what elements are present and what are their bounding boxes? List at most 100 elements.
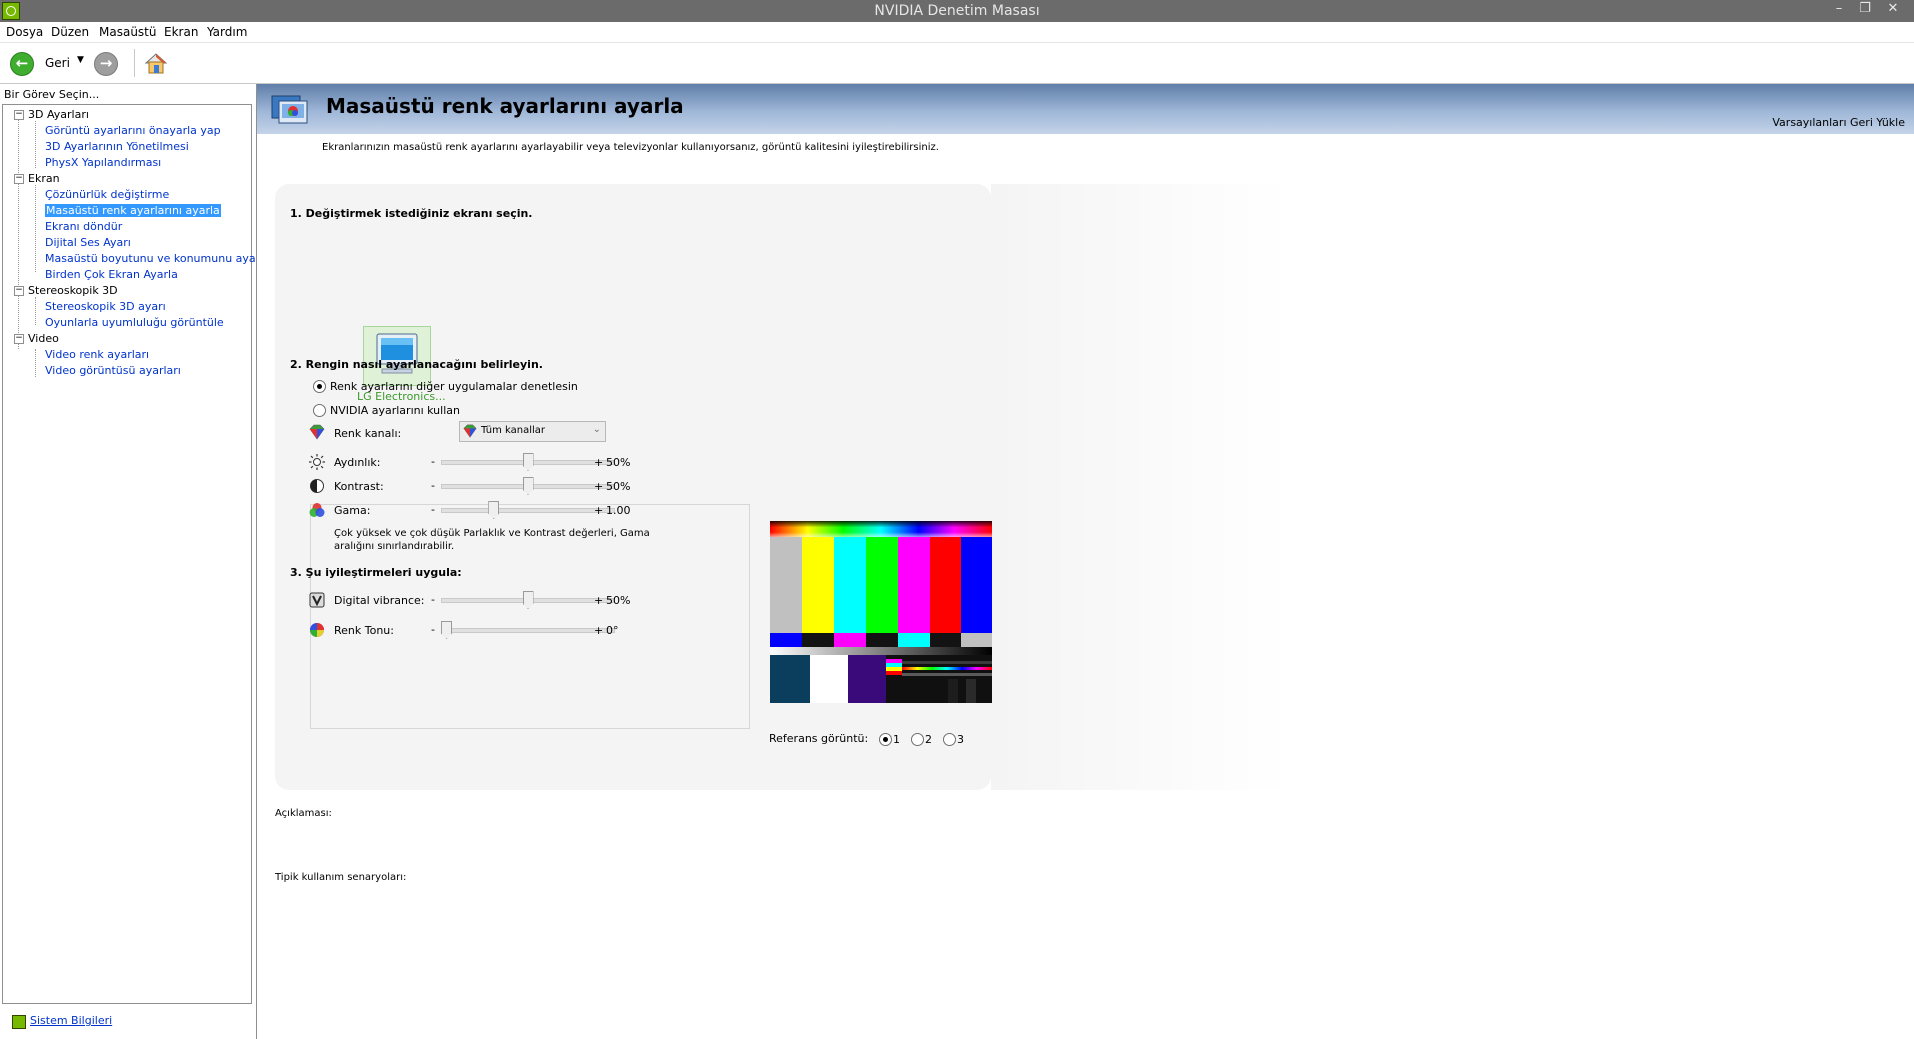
gamma-icon bbox=[309, 503, 325, 517]
window-title: NVIDIA Denetim Masası bbox=[874, 3, 1040, 19]
tree-expander[interactable]: − bbox=[14, 174, 24, 184]
contrast-plus: + bbox=[594, 480, 604, 493]
back-arrow-icon[interactable]: ← bbox=[10, 52, 34, 76]
gamma-label: Gama: bbox=[334, 504, 371, 517]
color-channel-dropdown-icon bbox=[463, 424, 477, 438]
task-tree: − 3D Ayarları Görüntü ayarlarını önayarl… bbox=[2, 104, 270, 1004]
hue-slider-track[interactable] bbox=[441, 628, 615, 633]
tree-item-rotate[interactable]: Ekranı döndür bbox=[45, 220, 122, 233]
desktop-color-icon bbox=[271, 95, 308, 124]
brightness-plus: + bbox=[594, 456, 604, 469]
system-info-icon bbox=[12, 1015, 26, 1029]
tree-item-desktop-size[interactable]: Masaüstü boyutunu ve konumunu ayarla bbox=[45, 252, 270, 265]
system-info-link[interactable]: Sistem Bilgileri bbox=[30, 1014, 112, 1027]
tree-connector bbox=[18, 115, 19, 349]
tree-item-video-image[interactable]: Video görüntüsü ayarları bbox=[45, 364, 181, 377]
tree-item-3d-manage[interactable]: 3D Ayarlarının Yönetilmesi bbox=[45, 140, 189, 153]
reference-radio-1[interactable] bbox=[879, 733, 892, 746]
brightness-slider-thumb[interactable] bbox=[522, 453, 534, 471]
maximize-button[interactable]: ❐ bbox=[1852, 0, 1878, 20]
gamma-value: 1.00 bbox=[606, 504, 631, 517]
tree-item-multi-display[interactable]: Birden Çok Ekran Ayarla bbox=[45, 268, 178, 281]
tree-item-preset[interactable]: Görüntü ayarlarını önayarla yap bbox=[45, 124, 221, 137]
brightness-icon bbox=[309, 454, 325, 470]
display-selector[interactable] bbox=[363, 326, 431, 386]
tree-connector bbox=[35, 121, 36, 168]
hue-icon bbox=[310, 623, 324, 637]
tree-item-game-compat[interactable]: Oyunlarla uyumluluğu görüntüle bbox=[45, 316, 224, 329]
tree-item-audio[interactable]: Dijital Ses Ayarı bbox=[45, 236, 131, 249]
tree-expander[interactable]: − bbox=[14, 286, 24, 296]
tree-cat-stereo[interactable]: Stereoskopik 3D bbox=[28, 284, 118, 297]
hue-minus: - bbox=[431, 623, 435, 636]
radio-other-apps[interactable] bbox=[313, 380, 326, 393]
toolbar-separator bbox=[134, 49, 135, 77]
brightness-minus: - bbox=[431, 455, 435, 468]
reference-radio-3[interactable] bbox=[943, 733, 956, 746]
digital-vibrance-icon bbox=[309, 592, 325, 608]
page-title: Masaüstü renk ayarlarını ayarla bbox=[326, 94, 684, 118]
radio-nvidia-settings[interactable] bbox=[313, 404, 326, 417]
section-1-title: 1. Değiştirmek istediğiniz ekranı seçin. bbox=[290, 207, 533, 220]
tree-item-physx[interactable]: PhysX Yapılandırması bbox=[45, 156, 161, 169]
vibrance-value: 50% bbox=[606, 594, 631, 607]
contrast-value: 50% bbox=[606, 480, 631, 493]
gamma-plus: + bbox=[594, 504, 604, 517]
home-icon[interactable] bbox=[143, 50, 169, 76]
reference-radio-1-label[interactable]: 1 bbox=[893, 733, 900, 746]
vibrance-minus: - bbox=[431, 593, 435, 606]
gamma-minus: - bbox=[431, 503, 435, 516]
tree-item-stereo-setup[interactable]: Stereoskopik 3D ayarı bbox=[45, 300, 166, 313]
tree-expander[interactable]: − bbox=[14, 334, 24, 344]
vibrance-plus: + bbox=[594, 594, 604, 607]
menu-duzen[interactable]: Düzen bbox=[51, 25, 89, 39]
reference-radio-3-label[interactable]: 3 bbox=[957, 733, 964, 746]
contrast-slider-thumb[interactable] bbox=[522, 477, 534, 495]
menu-bar: Dosya Düzen Masaüstü Ekran Yardım bbox=[0, 22, 1914, 43]
card-fade bbox=[991, 184, 1291, 790]
tree-cat-3d[interactable]: 3D Ayarları bbox=[28, 108, 89, 121]
reference-test-pattern bbox=[770, 521, 992, 703]
tree-item-video-color[interactable]: Video renk ayarları bbox=[45, 348, 149, 361]
contrast-minus: - bbox=[431, 479, 435, 492]
contrast-icon bbox=[310, 479, 324, 493]
tree-connector bbox=[35, 349, 36, 377]
brightness-value: 50% bbox=[606, 456, 631, 469]
tree-expander[interactable]: − bbox=[14, 110, 24, 120]
settings-card: 1. Değiştirmek istediğiniz ekranı seçin.… bbox=[275, 184, 992, 790]
radio-nvidia-settings-label[interactable]: NVIDIA ayarlarını kullan bbox=[330, 404, 460, 417]
back-dropdown-icon[interactable]: ▼ bbox=[77, 55, 84, 65]
hue-label: Renk Tonu: bbox=[334, 624, 394, 637]
tree-item-desktop-color[interactable]: Masaüstü renk ayarlarını ayarla bbox=[45, 204, 221, 217]
description-label: Açıklaması: bbox=[275, 808, 332, 819]
close-button[interactable]: ✕ bbox=[1880, 0, 1906, 20]
tree-item-resolution[interactable]: Çözünürlük değiştirme bbox=[45, 188, 169, 201]
menu-ekran[interactable]: Ekran bbox=[164, 25, 198, 39]
forward-arrow-icon[interactable]: → bbox=[94, 52, 118, 76]
brightness-contrast-note: Çok yüksek ve çok düşük Parlaklık ve Kon… bbox=[334, 528, 650, 552]
hue-value: 0° bbox=[606, 624, 619, 637]
brightness-label: Aydınlık: bbox=[334, 456, 381, 469]
toolbar: ← Geri ▼ → bbox=[0, 43, 1914, 84]
intro-text: Ekranlarınızın masaüstü renk ayarlarını … bbox=[322, 142, 939, 153]
radio-other-apps-label[interactable]: Renk ayarlarını diğer uygulamalar denetl… bbox=[330, 380, 578, 393]
reference-radio-2-label[interactable]: 2 bbox=[925, 733, 932, 746]
tree-cat-video[interactable]: Video bbox=[28, 332, 59, 345]
contrast-label: Kontrast: bbox=[334, 480, 384, 493]
minimize-button[interactable]: – bbox=[1826, 0, 1852, 20]
color-channel-dropdown[interactable]: Tüm kanallar ⌄ bbox=[459, 421, 606, 442]
chevron-down-icon: ⌄ bbox=[592, 424, 601, 435]
reference-radio-2[interactable] bbox=[911, 733, 924, 746]
hue-plus: + bbox=[594, 624, 604, 637]
page-banner: Masaüstü renk ayarlarını ayarla Varsayıl… bbox=[257, 84, 1914, 134]
tree-connector bbox=[35, 297, 36, 325]
task-header: Bir Görev Seçin... bbox=[4, 88, 100, 101]
tree-cat-ekran[interactable]: Ekran bbox=[28, 172, 60, 185]
restore-defaults-link[interactable]: Varsayılanları Geri Yükle bbox=[1772, 116, 1905, 129]
back-button[interactable]: Geri bbox=[45, 56, 70, 70]
menu-masaustu[interactable]: Masaüstü bbox=[99, 25, 156, 39]
menu-yardim[interactable]: Yardım bbox=[207, 25, 247, 39]
section-3-title: 3. Şu iyileştirmeleri uygula: bbox=[290, 566, 462, 579]
gamma-slider-track[interactable] bbox=[441, 508, 615, 513]
menu-dosya[interactable]: Dosya bbox=[6, 25, 43, 39]
